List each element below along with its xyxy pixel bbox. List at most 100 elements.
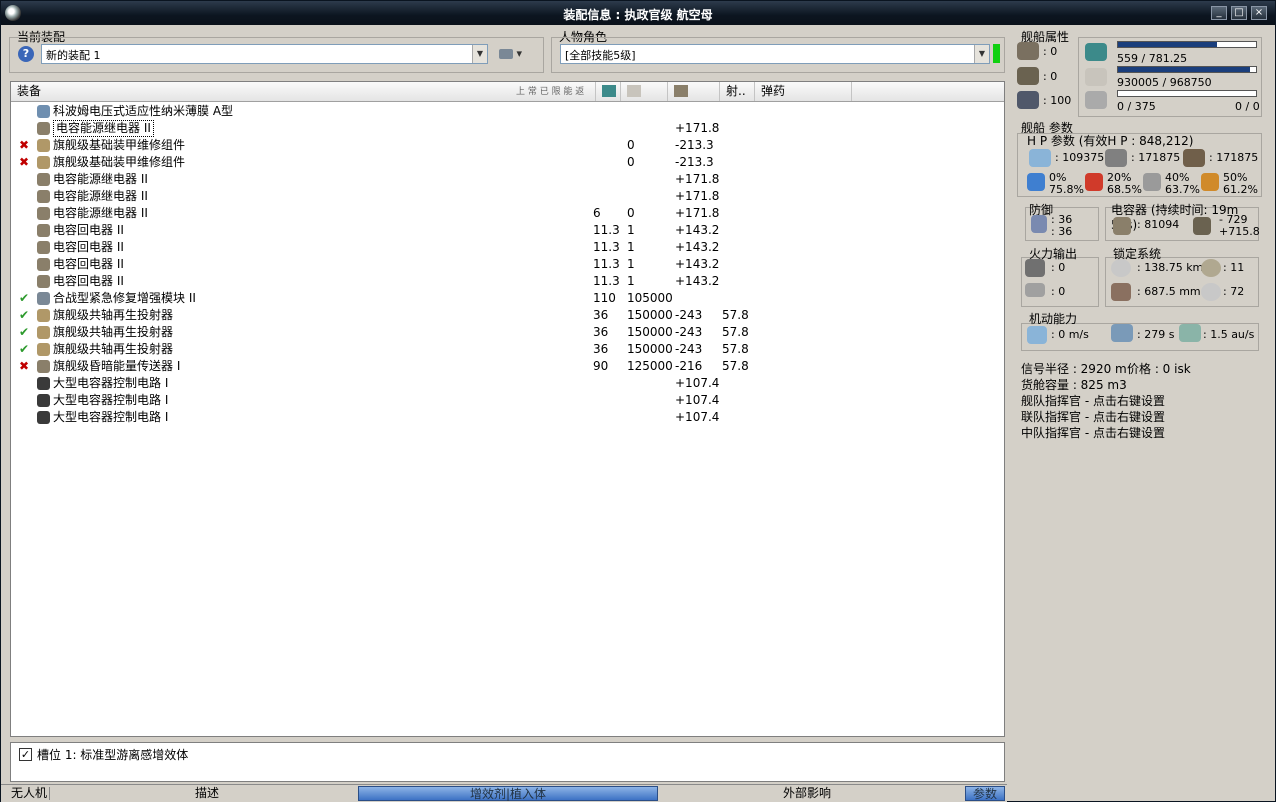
maximize-button[interactable]: □: [1231, 6, 1247, 20]
fitting-window: 装配信息 : 执政官级 航空母 _ □ × 当前装配 ? 新的装配 1 ▼ ▾ …: [0, 0, 1276, 802]
table-row[interactable]: 电容回电器 II 11.3 1 +143.2: [11, 273, 1004, 290]
module-cell-v3: -243: [675, 308, 703, 322]
title-bar[interactable]: 装配信息 : 执政官级 航空母 _ □ ×: [1, 1, 1275, 25]
header-overlap-text: 上 常 已 限 能 返: [516, 87, 585, 97]
table-row[interactable]: 大型电容器控制电路 I +107.4: [11, 409, 1004, 426]
module-name: 旗舰级共轴再生投射器: [53, 308, 174, 322]
firepower-value-1: : 0: [1051, 261, 1066, 274]
character-select[interactable]: [全部技能5级] ▼: [560, 44, 990, 64]
tab-drones[interactable]: 无人机: [11, 786, 47, 801]
help-icon[interactable]: ?: [18, 46, 34, 62]
implant-panel: ✓ 槽位 1: 标准型游离感增效体: [10, 742, 1005, 782]
tab-description[interactable]: 描述: [181, 786, 233, 801]
online-check-icon[interactable]: ✔: [19, 324, 29, 341]
fitting-select-value: 新的装配 1: [46, 49, 101, 62]
table-row[interactable]: ✖ 旗舰级基础装甲维修组件 0 -213.3: [11, 154, 1004, 171]
header-ammo[interactable]: 弹药: [755, 82, 852, 101]
fitting-tools-dropdown[interactable]: ▾: [499, 45, 533, 63]
tab-implants[interactable]: 增效剂|植入体: [358, 786, 658, 801]
character-select-value: [全部技能5级]: [565, 49, 636, 62]
module-name: 大型电容器控制电路 I: [53, 410, 169, 424]
offline-x-icon[interactable]: ✖: [19, 137, 29, 154]
table-row[interactable]: ✔ 合战型紧急修复增强模块 II 110 105000: [11, 290, 1004, 307]
header-power[interactable]: [621, 82, 668, 101]
header-cpu[interactable]: [596, 82, 621, 101]
table-row[interactable]: ✖ 旗舰级昏暗能量传送器 I 90 125000 -216 57.8: [11, 358, 1004, 375]
tab-params[interactable]: 参数: [965, 786, 1005, 801]
power-value: 930005 / 968750: [1117, 76, 1212, 89]
chevron-down-icon[interactable]: ▼: [974, 45, 989, 63]
table-row[interactable]: 大型电容器控制电路 I +107.4: [11, 375, 1004, 392]
header-capacitor[interactable]: [668, 82, 720, 101]
sensor-strength-icon: [1201, 283, 1221, 301]
module-cell-v4: 57.8: [722, 308, 749, 322]
kinetic-resist-b: 63.7%: [1165, 183, 1200, 196]
align-time: : 279 s: [1137, 328, 1175, 341]
sensor-strength: : 72: [1223, 285, 1245, 298]
armor-icon: [1105, 149, 1127, 167]
table-row[interactable]: ✔ 旗舰级共轴再生投射器 36 150000 -243 57.8: [11, 307, 1004, 324]
firepower-value-2: : 0: [1051, 285, 1066, 298]
calibration-icon: [1017, 91, 1039, 109]
cpu-bar: [1117, 41, 1257, 48]
table-row[interactable]: ✔ 旗舰级共轴再生投射器 36 150000 -243 57.8: [11, 341, 1004, 358]
module-cell-v1: 11.3: [593, 223, 620, 237]
thermal-resist-b: 68.5%: [1107, 183, 1142, 196]
offline-x-icon[interactable]: ✖: [19, 358, 29, 375]
module-cell-v3: +171.8: [675, 172, 720, 186]
launcher-icon: [1017, 67, 1039, 85]
offline-x-icon[interactable]: ✖: [19, 154, 29, 171]
table-row[interactable]: ✖ 旗舰级基础装甲维修组件 0 -213.3: [11, 137, 1004, 154]
squad-commander[interactable]: 中队指挥官 - 点击右键设置: [1021, 424, 1165, 441]
table-row[interactable]: 电容回电器 II 11.3 1 +143.2: [11, 239, 1004, 256]
module-name: 电容回电器 II: [53, 240, 124, 254]
online-check-icon[interactable]: ✔: [19, 341, 29, 358]
module-list[interactable]: 装备 上 常 已 限 能 返 射.. 弹药 科波姆电压式适应性纳米薄膜 A型 电容…: [10, 81, 1005, 737]
table-row[interactable]: ✔ 旗舰级共轴再生投射器 36 150000 -243 57.8: [11, 324, 1004, 341]
header-range[interactable]: 射..: [720, 82, 755, 101]
table-row[interactable]: 电容回电器 II 11.3 1 +143.2: [11, 256, 1004, 273]
launcher-hardpoints: : 0: [1043, 70, 1058, 83]
module-cell-v1: 36: [593, 342, 609, 356]
module-name: 大型电容器控制电路 I: [53, 376, 169, 390]
module-name: 电容能源继电器 II: [53, 172, 148, 186]
module-cell-v3: +143.2: [675, 240, 720, 254]
drone-icon: [1085, 91, 1107, 109]
close-button[interactable]: ×: [1251, 6, 1267, 20]
minimize-button[interactable]: _: [1211, 6, 1227, 20]
module-icon: [37, 377, 50, 390]
module-cell-v3: +171.8: [675, 206, 720, 220]
implant-checkbox[interactable]: ✓: [19, 748, 32, 761]
table-row[interactable]: 电容能源继电器 II +171.8: [11, 188, 1004, 205]
tab-external[interactable]: 外部影响: [771, 786, 843, 801]
table-row[interactable]: 科波姆电压式适应性纳米薄膜 A型: [11, 103, 1004, 120]
module-cell-v2: 1: [627, 240, 635, 254]
max-speed: : 0 m/s: [1051, 328, 1089, 341]
em-resist-icon: [1027, 173, 1045, 191]
module-name: 电容回电器 II: [53, 274, 124, 288]
header-equipment[interactable]: 装备 上 常 已 限 能 返: [11, 82, 596, 101]
table-row[interactable]: 电容能源继电器 II +171.8: [11, 171, 1004, 188]
warp-speed-icon: [1179, 324, 1201, 342]
online-check-icon[interactable]: ✔: [19, 307, 29, 324]
module-cell-v4: 57.8: [722, 342, 749, 356]
wing-commander[interactable]: 联队指挥官 - 点击右键设置: [1021, 408, 1165, 425]
module-icon: [37, 326, 50, 339]
table-row[interactable]: 电容能源继电器 II +171.8: [11, 120, 1004, 137]
table-row[interactable]: 电容回电器 II 11.3 1 +143.2: [11, 222, 1004, 239]
module-cell-v1: 11.3: [593, 274, 620, 288]
module-cell-v4: 57.8: [722, 325, 749, 339]
skill-status-indicator: [993, 44, 1000, 63]
chevron-down-icon[interactable]: ▼: [472, 45, 487, 63]
table-row[interactable]: 电容能源继电器 II 6 0 +171.8: [11, 205, 1004, 222]
mobility-label: 机动能力: [1029, 312, 1078, 326]
module-cell-v3: +107.4: [675, 410, 720, 424]
online-check-icon[interactable]: ✔: [19, 290, 29, 307]
turret-hardpoints: : 0: [1043, 45, 1058, 58]
table-row[interactable]: 大型电容器控制电路 I +107.4: [11, 392, 1004, 409]
fitting-select[interactable]: 新的装配 1 ▼: [41, 44, 488, 64]
module-cell-v2: 125000: [627, 359, 673, 373]
drone-dps-icon: [1025, 283, 1045, 297]
module-cell-v3: +171.8: [675, 189, 720, 203]
fleet-commander[interactable]: 舰队指挥官 - 点击右键设置: [1021, 392, 1165, 409]
